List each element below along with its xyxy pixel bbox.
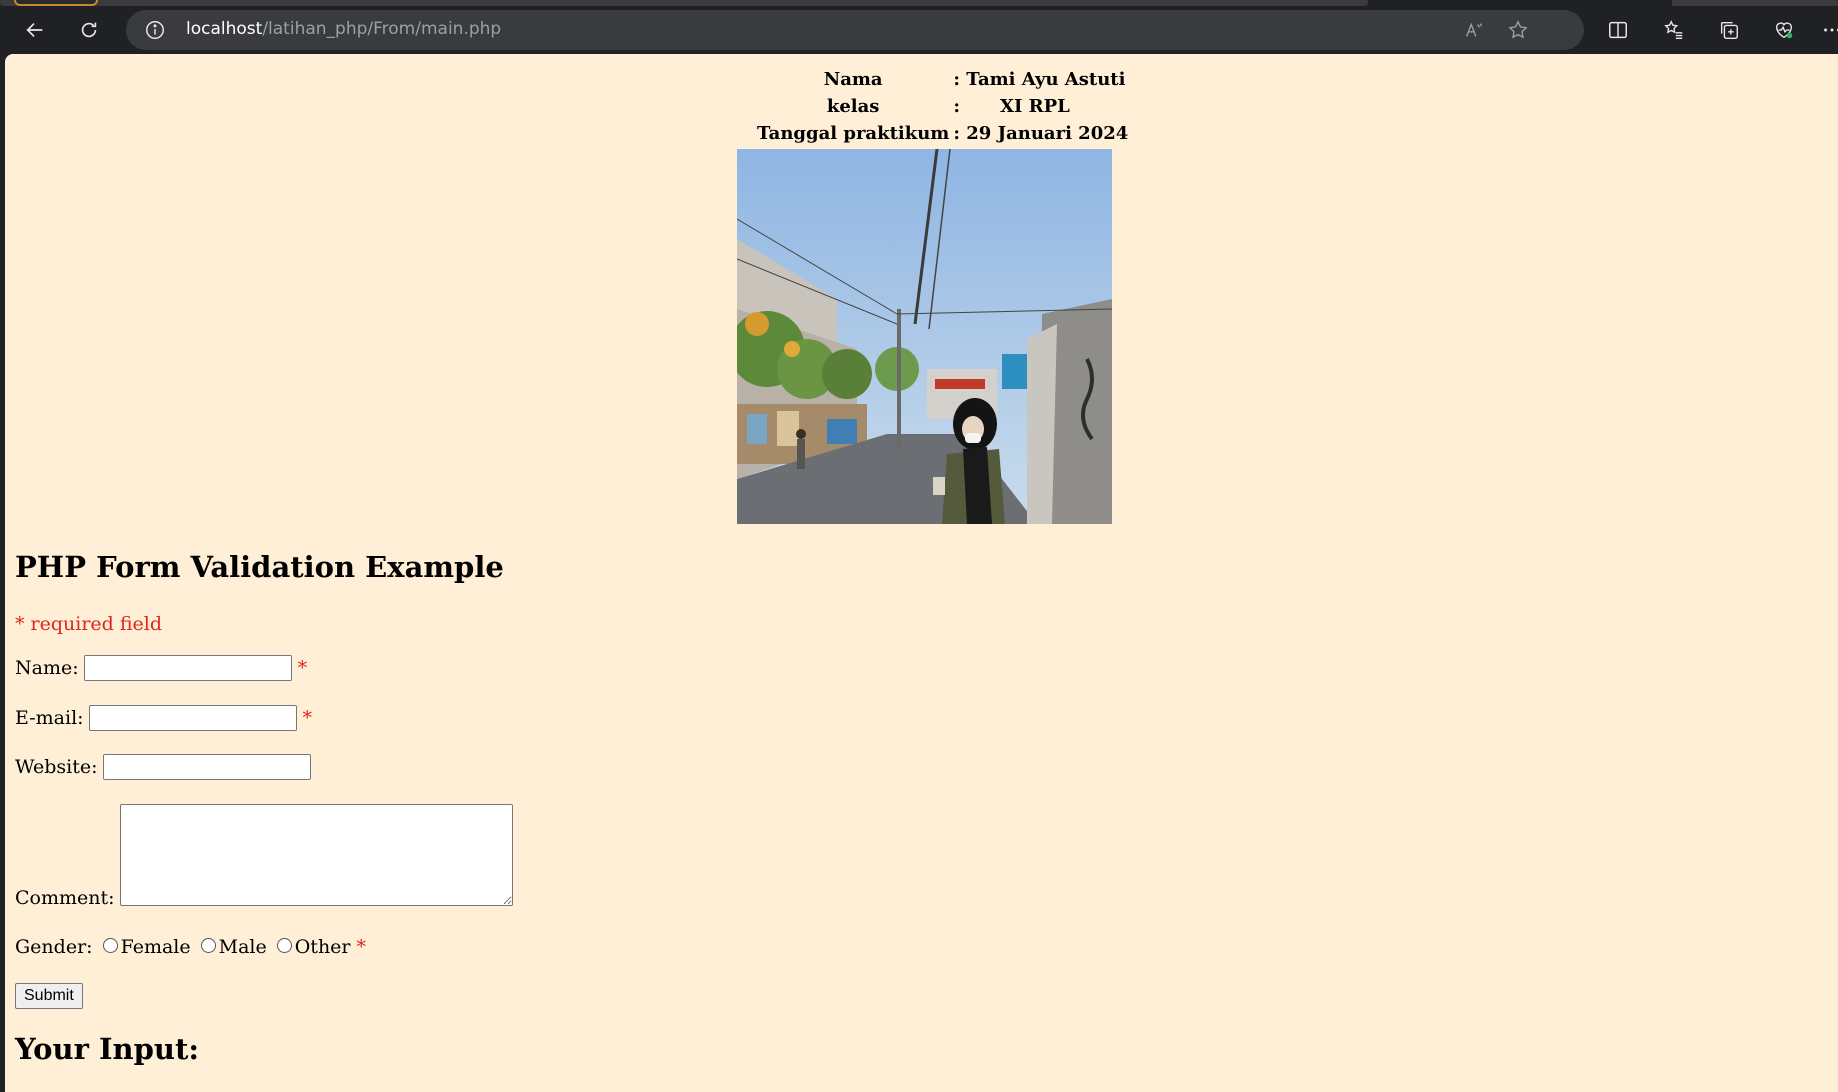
url-path: /latihan_php/From/main.php (262, 19, 502, 39)
website-label: Website: (15, 756, 98, 778)
gender-other-radio[interactable] (276, 937, 292, 953)
gender-female-label[interactable]: Female (121, 936, 191, 958)
tab-strip (0, 0, 1368, 6)
identity-colon: : (953, 69, 960, 90)
read-aloud-icon[interactable] (1456, 12, 1492, 48)
website-row: Website: (15, 754, 311, 780)
collections-icon[interactable] (1711, 12, 1747, 48)
identity-label: Tanggal praktikum (757, 123, 950, 144)
gender-label: Gender: (15, 936, 93, 958)
gender-row: Gender: Female Male Other * (15, 936, 366, 958)
identity-colon: : (953, 123, 960, 144)
address-bar[interactable]: localhost/latihan_php/From/main.php (126, 10, 1584, 50)
page-content: Nama : Tami Ayu Astuti kelas : XI RPL Tan… (5, 54, 1838, 1092)
active-tab[interactable] (14, 0, 98, 6)
email-row: E-mail: * (15, 705, 312, 731)
identity-row-kelas: kelas : XI RPL (755, 93, 1130, 120)
identity-row-tanggal: Tanggal praktikum : 29 Januari 2024 (755, 120, 1130, 147)
split-screen-icon[interactable] (1600, 12, 1636, 48)
name-label: Name: (15, 657, 79, 679)
name-row: Name: * (15, 655, 307, 681)
identity-name-value: Tami Ayu Astuti (966, 69, 1126, 90)
gender-male-label[interactable]: Male (219, 936, 267, 958)
email-required-star: * (302, 707, 313, 729)
your-input-heading: Your Input: (15, 1032, 200, 1066)
comment-label: Comment: (15, 887, 115, 909)
tab-strip-right (1672, 0, 1838, 6)
submit-button[interactable]: Submit (15, 983, 83, 1009)
star-icon[interactable] (1500, 12, 1536, 48)
gender-required-star: * (356, 936, 367, 958)
comment-row: Comment: (15, 804, 513, 909)
website-input[interactable] (102, 754, 311, 780)
identity-table: Nama : Tami Ayu Astuti kelas : XI RPL Tan… (755, 66, 1130, 147)
identity-value: : Tami Ayu Astuti (951, 66, 1130, 93)
back-arrow-icon[interactable] (17, 12, 53, 48)
identity-value: : XI RPL (951, 93, 1130, 120)
gender-male-radio[interactable] (200, 937, 216, 953)
gender-female-radio[interactable] (102, 937, 118, 953)
favorites-list-icon[interactable] (1656, 12, 1692, 48)
gender-other-label[interactable]: Other (295, 936, 351, 958)
browser-essentials-icon[interactable] (1766, 12, 1802, 48)
browser-toolbar: localhost/latihan_php/From/main.php (0, 0, 1838, 56)
required-field-note: * required field (15, 613, 163, 635)
identity-label: Nama (823, 69, 883, 90)
url-host: localhost (186, 19, 263, 39)
identity-date-value: 29 Januari 2024 (966, 123, 1129, 144)
identity-colon: : (953, 96, 960, 117)
url-text[interactable]: localhost/latihan_php/From/main.php (186, 19, 501, 39)
identity-label: kelas (826, 96, 880, 117)
refresh-icon[interactable] (71, 12, 107, 48)
email-label: E-mail: (15, 707, 84, 729)
name-required-star: * (297, 657, 308, 679)
student-photo (737, 149, 1112, 524)
comment-textarea[interactable] (119, 804, 513, 906)
form-title: PHP Form Validation Example (15, 550, 504, 584)
name-input[interactable] (83, 655, 292, 681)
identity-value: : 29 Januari 2024 (951, 120, 1130, 147)
email-input[interactable] (88, 705, 297, 731)
more-icon[interactable] (1814, 12, 1838, 48)
info-icon[interactable] (144, 19, 166, 41)
identity-row-nama: Nama : Tami Ayu Astuti (755, 66, 1130, 93)
identity-class-value: XI RPL (999, 96, 1070, 117)
